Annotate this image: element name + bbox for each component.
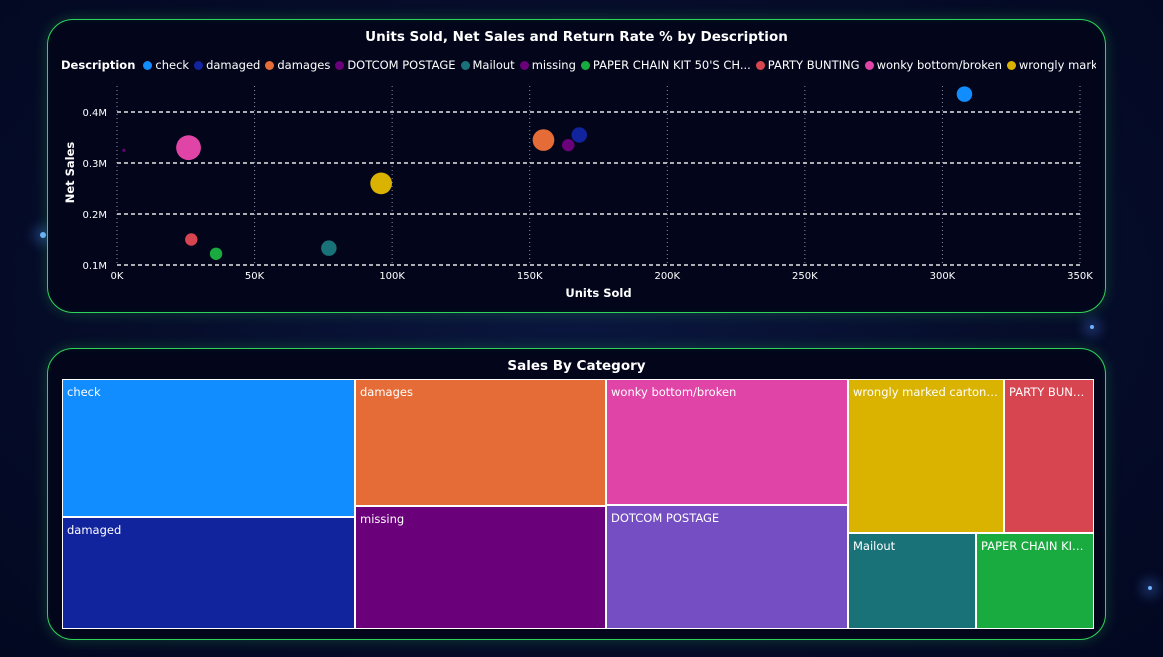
background-glow [40,232,46,238]
y-tick-label: 0.3M [82,159,107,170]
x-tick-label: 250K [792,271,818,282]
background-glow [1090,325,1094,329]
treemap-tile-label: PAPER CHAIN KIT ... [981,539,1089,553]
treemap-tile[interactable]: damaged [62,517,355,629]
y-tick-label: 0.2M [82,210,107,221]
background-glow [1148,586,1152,590]
treemap-tile-label: wonky bottom/broken [611,385,737,399]
treemap-tile-label: damaged [67,523,122,537]
treemap-tile[interactable]: PARTY BUNTI... [1004,379,1094,533]
treemap-tile[interactable]: missing [355,506,606,629]
treemap-tile[interactable]: Mailout [848,533,976,629]
treemap-tile[interactable]: damages [355,379,606,506]
treemap-title: Sales By Category [507,358,646,374]
scatter-point[interactable] [956,86,973,102]
scatter-chart-panel[interactable]: Units Sold, Net Sales and Return Rate % … [47,19,1106,313]
scatter-point[interactable] [321,240,337,256]
treemap-tile-label: damages [360,385,413,399]
scatter-point[interactable] [532,129,555,151]
scatter-point[interactable] [176,135,201,161]
scatter-plot[interactable]: 0K 50K 100K 150K 200K 250K 300K 350K 0.1M 0.2M 0.3… [48,20,1105,312]
x-axis-label: Units Sold [565,286,631,300]
treemap-tile-label: check [67,385,101,399]
treemap-tile[interactable]: wonky bottom/broken [606,379,848,505]
x-tick-label: 300K [930,271,956,282]
treemap-tile-label: wrongly marked carton 2... [853,385,999,399]
treemap-tile-label: DOTCOM POSTAGE [611,511,720,525]
scatter-point[interactable] [370,172,392,195]
scatter-point[interactable] [571,127,587,143]
treemap-tile[interactable]: DOTCOM POSTAGE [606,505,848,629]
y-tick-label: 0.1M [82,261,107,272]
treemap[interactable]: check damaged damages missing wonky bottom/b… [62,379,1094,629]
treemap-tile[interactable]: check [62,379,355,517]
x-tick-label: 200K [654,271,680,282]
x-tick-label: 350K [1067,271,1093,282]
treemap-tile-label: Mailout [853,539,896,553]
scatter-point[interactable] [562,138,575,152]
x-tick-label: 100K [379,271,405,282]
scatter-point[interactable] [185,233,198,246]
y-tick-label: 0.4M [82,108,107,119]
treemap-tile-label: PARTY BUNTI... [1009,385,1089,399]
scatter-point[interactable] [209,247,223,260]
scatter-point[interactable] [122,148,126,152]
x-tick-label: 150K [517,271,543,282]
treemap-tile[interactable]: wrongly marked carton 2... [848,379,1004,533]
treemap-panel[interactable]: Sales By Category check damaged damages mis… [47,348,1106,640]
y-axis-label: Net Sales [63,142,77,204]
treemap-tile[interactable]: PAPER CHAIN KIT ... [976,533,1094,629]
x-tick-label: 50K [245,271,265,282]
x-tick-label: 0K [111,271,124,282]
treemap-tile-label: missing [360,512,405,526]
